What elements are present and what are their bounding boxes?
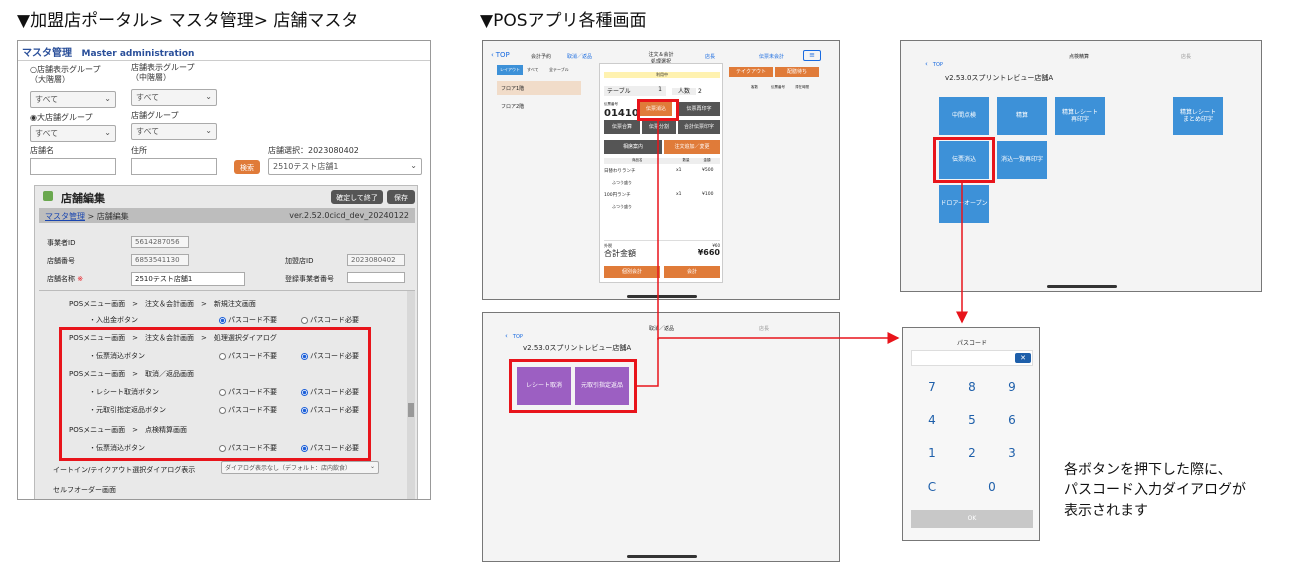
arrow-order-to-passcode	[657, 120, 900, 344]
arrow-return-to-passcode	[636, 338, 659, 387]
connector-arrows	[636, 120, 968, 387]
